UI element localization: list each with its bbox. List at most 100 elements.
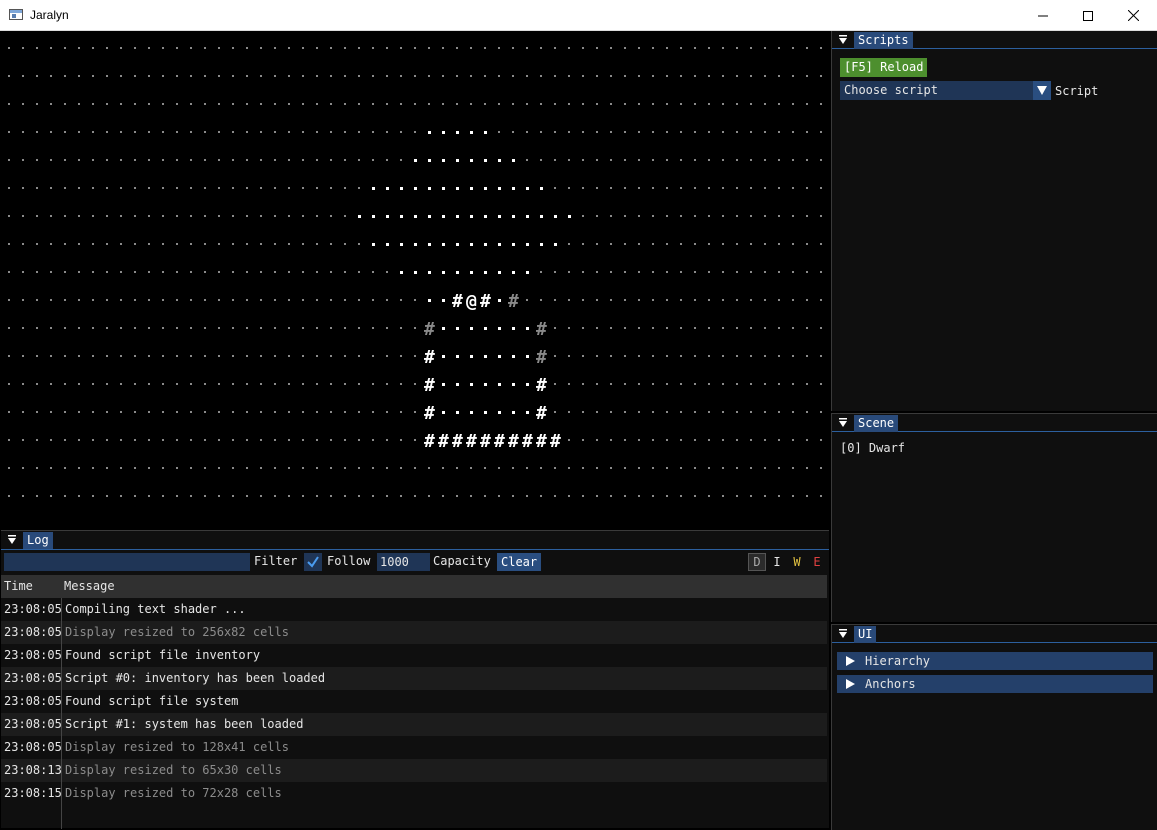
map-floor-tile (554, 131, 556, 133)
scripts-title[interactable]: Scripts (854, 32, 913, 49)
map-floor-tile (484, 243, 487, 246)
map-floor-tile (78, 411, 80, 413)
map-floor-tile (456, 187, 459, 190)
map-floor-tile (358, 243, 360, 245)
scene-title[interactable]: Scene (854, 415, 899, 432)
collapse-arrow-icon[interactable] (838, 35, 848, 45)
map-floor-tile (568, 495, 570, 497)
expand-arrow-icon (846, 656, 855, 666)
map-floor-tile (190, 327, 192, 329)
map-floor-tile (148, 243, 150, 245)
log-title[interactable]: Log (23, 532, 53, 549)
game-viewport[interactable]: # @ # # # # # # # # # # # # # # # # # # # # (1, 31, 829, 528)
map-floor-tile (302, 355, 304, 357)
map-floor-tile (414, 383, 416, 385)
map-floor-tile (190, 495, 192, 497)
collapse-arrow-icon[interactable] (838, 418, 848, 428)
map-floor-tile (442, 131, 445, 134)
dropdown-arrow[interactable] (1033, 81, 1051, 100)
map-wall-glyph: # (424, 375, 435, 396)
tree-node-anchors[interactable]: Anchors (837, 675, 1153, 693)
map-floor-tile (414, 439, 416, 441)
tree-node-hierarchy[interactable]: Hierarchy (837, 652, 1153, 670)
map-floor-tile (428, 47, 430, 49)
map-floor-tile (36, 271, 38, 273)
scene-entity-item[interactable]: [0] Dwarf (840, 441, 905, 455)
map-floor-tile (442, 383, 445, 386)
map-floor-tile (274, 215, 276, 217)
log-row[interactable]: 23:08:05 Script #0: inventory has been lo… (1, 667, 827, 690)
map-floor-tile (470, 47, 472, 49)
log-row[interactable]: 23:08:05 Display resized to 128x41 cells (1, 736, 827, 759)
map-floor-tile (694, 439, 696, 441)
map-floor-tile (344, 411, 346, 413)
close-button[interactable] (1110, 0, 1156, 31)
column-header-message[interactable]: Message (64, 579, 115, 593)
level-error-toggle[interactable]: E (808, 553, 826, 571)
column-header-time[interactable]: Time (4, 579, 33, 593)
map-floor-tile (610, 187, 612, 189)
map-floor-tile (498, 495, 500, 497)
filter-input[interactable] (4, 553, 250, 571)
ui-title[interactable]: UI (854, 626, 877, 643)
map-floor-tile (708, 467, 710, 469)
map-floor-tile (50, 355, 52, 357)
map-floor-tile (694, 159, 696, 161)
script-select[interactable]: Choose script (840, 81, 1051, 100)
map-floor-tile (260, 327, 262, 329)
map-floor-tile (162, 75, 164, 77)
map-floor-tile (274, 271, 276, 273)
log-row[interactable]: 23:08:13 Display resized to 65x30 cells (1, 759, 827, 782)
capacity-input[interactable]: 1000 (377, 553, 430, 571)
log-row[interactable]: 23:08:05 Found script file inventory (1, 644, 827, 667)
log-row[interactable]: 23:08:05 Script #1: system has been loade… (1, 713, 827, 736)
map-floor-tile (722, 131, 724, 133)
map-floor-tile (792, 355, 794, 357)
log-row[interactable]: 23:08:05 Compiling text shader ... (1, 598, 827, 621)
map-floor-tile (610, 159, 612, 161)
column-divider[interactable] (61, 598, 62, 829)
map-floor-tile (302, 383, 304, 385)
map-floor-tile (176, 355, 178, 357)
map-floor-tile (176, 103, 178, 105)
level-warn-toggle[interactable]: W (788, 553, 806, 571)
clear-button[interactable]: Clear (497, 553, 542, 571)
follow-checkbox[interactable] (304, 553, 322, 571)
log-row[interactable]: 23:08:05 Display resized to 256x82 cells (1, 621, 827, 644)
map-floor-tile (400, 159, 402, 161)
map-floor-tile (92, 495, 94, 497)
maximize-button[interactable] (1065, 0, 1111, 31)
map-floor-tile (288, 327, 290, 329)
map-floor-tile (372, 327, 374, 329)
map-floor-tile (134, 75, 136, 77)
reload-button[interactable]: [F5] Reload (840, 58, 928, 77)
map-floor-tile (400, 47, 402, 49)
map-floor-tile (610, 495, 612, 497)
map-floor-tile (736, 75, 738, 77)
map-floor-tile (344, 75, 346, 77)
map-floor-tile (414, 355, 416, 357)
collapse-arrow-icon[interactable] (838, 629, 848, 639)
map-floor-tile (78, 131, 80, 133)
map-floor-tile (190, 103, 192, 105)
map-floor-tile (330, 243, 332, 245)
log-row[interactable]: 23:08:05 Found script file system (1, 690, 827, 713)
map-floor-tile (106, 159, 108, 161)
level-debug-toggle[interactable]: D (748, 553, 766, 571)
map-floor-tile (78, 75, 80, 77)
map-floor-tile (806, 327, 808, 329)
map-floor-tile (708, 355, 710, 357)
log-row[interactable]: 23:08:15 Display resized to 72x28 cells (1, 782, 827, 805)
map-floor-tile (218, 495, 220, 497)
map-floor-tile (330, 383, 332, 385)
level-info-toggle[interactable]: I (768, 553, 786, 571)
map-floor-tile (680, 159, 682, 161)
map-floor-tile (442, 299, 445, 302)
collapse-arrow-icon[interactable] (7, 535, 17, 545)
log-table: Time Message 23:08:05 Compiling text shad… (1, 575, 829, 829)
title-bar[interactable]: Jaralyn (0, 0, 1157, 31)
map-floor-tile (596, 243, 598, 245)
map-floor-tile (638, 215, 640, 217)
map-floor-tile (456, 47, 458, 49)
minimize-button[interactable] (1020, 0, 1066, 31)
